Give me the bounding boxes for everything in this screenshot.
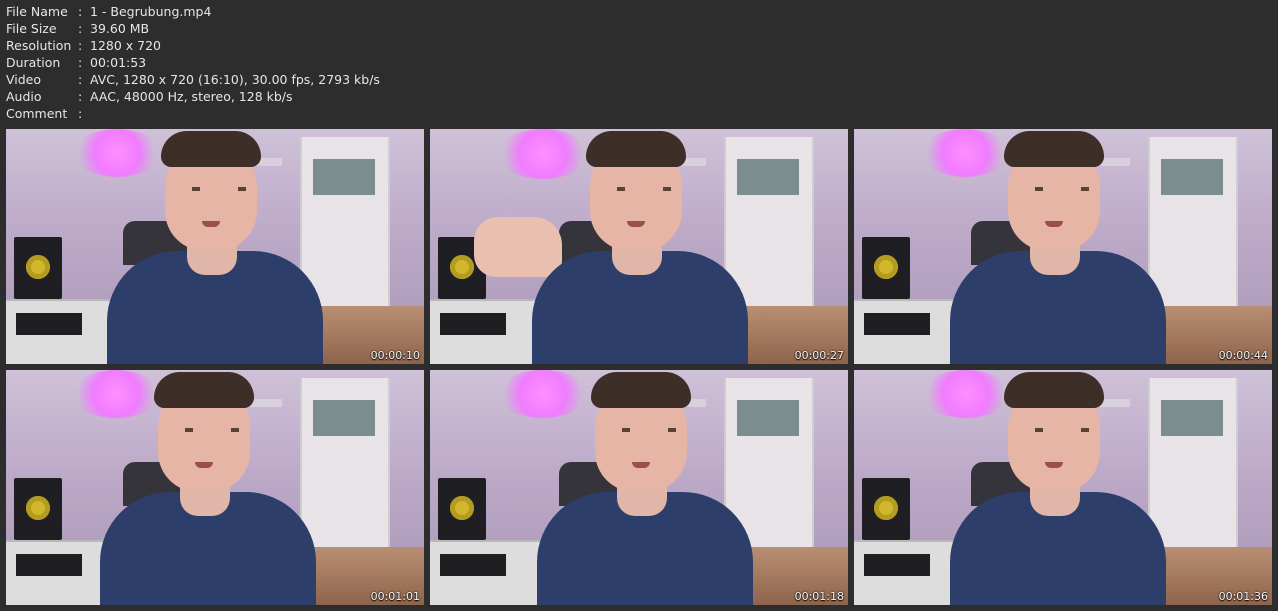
speaker-cone (450, 255, 474, 279)
speaker-cone (874, 255, 898, 279)
video-thumbnail[interactable]: 00:01:36 (854, 370, 1272, 605)
person (525, 370, 765, 605)
speaker (14, 237, 62, 299)
speaker (438, 478, 486, 540)
speaker-cone (26, 255, 50, 279)
hair (1004, 372, 1104, 408)
video-thumbnail[interactable]: 00:01:01 (6, 370, 424, 605)
timestamp-label: 00:00:27 (794, 349, 844, 362)
desk-mat (864, 313, 930, 335)
video-thumbnail[interactable]: 00:01:18 (430, 370, 848, 605)
speaker-cone (874, 496, 898, 520)
hair (161, 131, 261, 167)
eyes (1035, 187, 1089, 191)
hair (591, 372, 691, 408)
desk-mat (864, 554, 930, 576)
timestamp-label: 00:01:36 (1218, 590, 1268, 603)
eyes (1035, 428, 1089, 432)
desk-mat (440, 313, 506, 335)
person (938, 370, 1178, 605)
person (938, 129, 1178, 364)
video-thumbnail[interactable]: 00:00:27 (430, 129, 848, 364)
speaker-cone (450, 496, 474, 520)
eyes (192, 187, 246, 191)
timestamp-label: 00:01:18 (794, 590, 844, 603)
desk-mat (16, 313, 82, 335)
hair (154, 372, 254, 408)
hair (586, 131, 686, 167)
timestamp-label: 00:00:10 (370, 349, 420, 362)
desk-mat (440, 554, 506, 576)
person (520, 129, 760, 364)
video-thumbnail[interactable]: 00:00:10 (6, 129, 424, 364)
speaker (14, 478, 62, 540)
person (95, 129, 335, 364)
eyes (617, 187, 671, 191)
timestamp-label: 00:01:01 (370, 590, 420, 603)
speaker (862, 237, 910, 299)
speaker (862, 478, 910, 540)
eyes (185, 428, 239, 432)
thumbnail-grid: 00:00:10 00:00:27 00:00:44 00:01:01 00:0… (0, 0, 1278, 611)
eyes (622, 428, 676, 432)
person (88, 370, 328, 605)
timestamp-label: 00:00:44 (1218, 349, 1268, 362)
video-thumbnail[interactable]: 00:00:44 (854, 129, 1272, 364)
speaker-cone (26, 496, 50, 520)
desk-mat (16, 554, 82, 576)
hair (1004, 131, 1104, 167)
